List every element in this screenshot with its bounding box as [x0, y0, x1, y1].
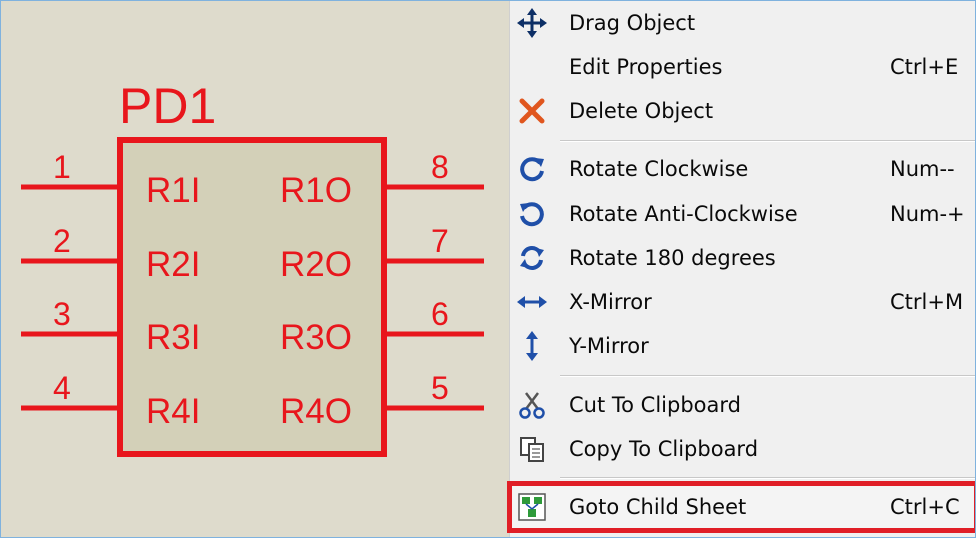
menu-separator [560, 477, 975, 479]
pin-name: R4I [146, 392, 200, 431]
scissors-icon [516, 389, 548, 421]
rotate-ccw-icon [516, 198, 548, 230]
menu-shortcut: Ctrl+E [890, 55, 959, 79]
menu-item-y-mirror[interactable]: Y-Mirror [510, 326, 975, 366]
pin-name: R3O [280, 318, 352, 357]
menu-label: X-Mirror [569, 290, 652, 314]
pin-number: 4 [53, 370, 71, 406]
pin-number: 3 [53, 296, 71, 332]
app-frame: PD1 1 R1I 2 R2I 3 R3I 4 R4I 8 R1O 7 R2O … [0, 0, 976, 538]
y-mirror-icon [516, 330, 548, 362]
menu-label: Y-Mirror [569, 334, 649, 358]
component-ref-label: PD1 [119, 78, 216, 134]
menu-item-cut-to-clipboard[interactable]: Cut To Clipboard [510, 385, 975, 425]
menu-shortcut: Ctrl+C [890, 495, 960, 519]
menu-item-drag-object[interactable]: Drag Object [510, 3, 975, 43]
menu-label: Goto Child Sheet [569, 495, 747, 519]
menu-item-copy-to-clipboard[interactable]: Copy To Clipboard [510, 429, 975, 469]
pin-name: R2O [280, 245, 352, 284]
menu-item-rotate-anticlockwise[interactable]: Rotate Anti-Clockwise Num-+ [510, 194, 975, 234]
copy-icon [516, 433, 548, 465]
pin-name: R4O [280, 392, 352, 431]
x-mirror-icon [516, 286, 548, 318]
menu-label: Edit Properties [569, 55, 723, 79]
menu-label: Rotate Clockwise [569, 157, 749, 181]
schematic-drawing: PD1 1 R1I 2 R2I 3 R3I 4 R4I 8 R1O 7 R2O … [21, 78, 484, 457]
pin-name: R2I [146, 245, 200, 284]
rotate-cw-icon [516, 153, 548, 185]
menu-shortcut: Ctrl+M [890, 290, 964, 314]
menu-separator [560, 140, 975, 142]
pin-name: R1I [146, 171, 200, 210]
menu-label: Rotate Anti-Clockwise [569, 202, 798, 226]
pin-number: 6 [431, 296, 449, 332]
pin-number: 2 [53, 223, 71, 259]
child-sheet-icon [516, 491, 548, 523]
menu-item-edit-properties[interactable]: Edit Properties Ctrl+E [510, 47, 975, 87]
pin-name: R3I [146, 318, 200, 357]
menu-item-x-mirror[interactable]: X-Mirror Ctrl+M [510, 282, 975, 322]
menu-separator [560, 375, 975, 377]
menu-label: Delete Object [569, 99, 714, 123]
menu-label: Copy To Clipboard [569, 437, 759, 461]
menu-label: Rotate 180 degrees [569, 246, 776, 270]
menu-shortcut: Num-- [890, 157, 955, 181]
context-menu: Drag Object Edit Properties Ctrl+E Delet… [507, 1, 975, 537]
pin-number: 8 [431, 149, 449, 185]
pin-number: 1 [53, 149, 71, 185]
menu-item-rotate-180[interactable]: Rotate 180 degrees [510, 238, 975, 278]
delete-x-icon [516, 95, 548, 127]
menu-item-delete-object[interactable]: Delete Object [510, 91, 975, 131]
schematic-canvas[interactable]: PD1 1 R1I 2 R2I 3 R3I 4 R4I 8 R1O 7 R2O … [1, 1, 509, 537]
move-arrows-icon [516, 7, 548, 39]
menu-label: Drag Object [569, 11, 696, 35]
menu-item-goto-child-sheet[interactable]: Goto Child Sheet Ctrl+C [507, 481, 975, 533]
pin-name: R1O [280, 171, 352, 210]
pin-number: 7 [431, 223, 449, 259]
menu-shortcut: Num-+ [890, 202, 965, 226]
menu-label: Cut To Clipboard [569, 393, 741, 417]
pin-number: 5 [431, 370, 449, 406]
rotate-180-icon [516, 242, 548, 274]
menu-item-rotate-clockwise[interactable]: Rotate Clockwise Num-- [510, 149, 975, 189]
